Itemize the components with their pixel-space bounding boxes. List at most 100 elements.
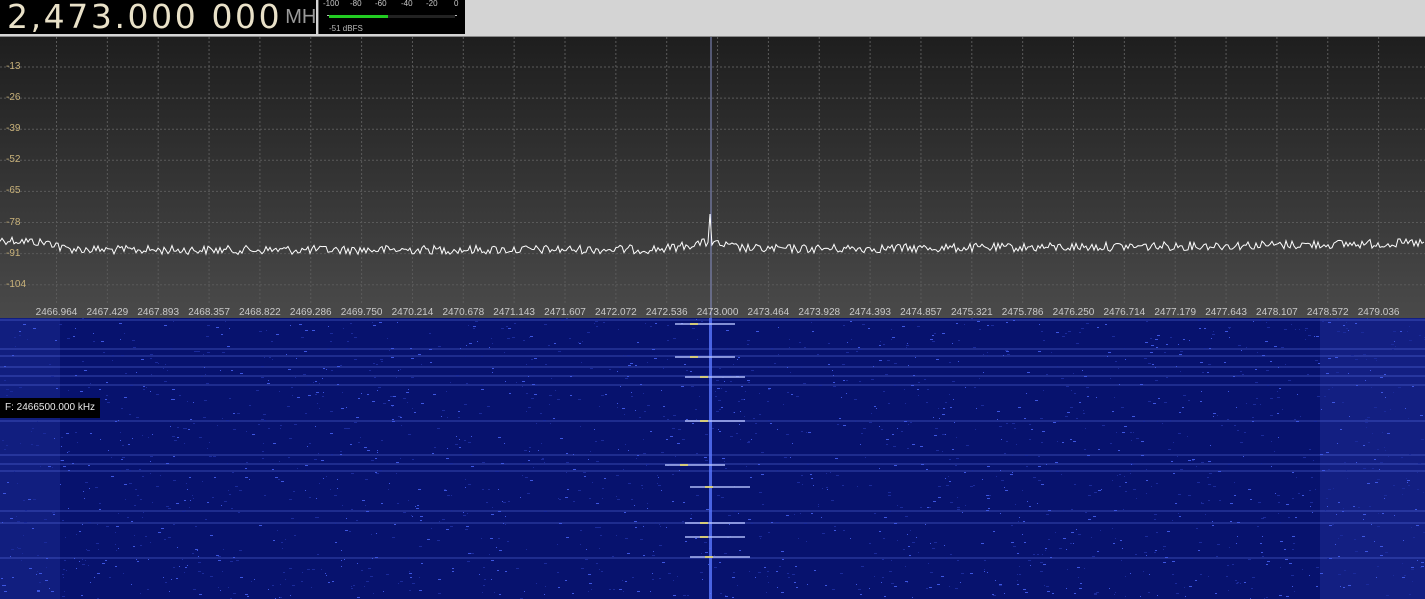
waterfall-speckle (392, 421, 395, 422)
spectrum-canvas[interactable] (0, 37, 1425, 319)
waterfall-speckle (672, 428, 675, 429)
waterfall-speckle (88, 565, 89, 566)
waterfall-speckle (205, 374, 206, 375)
waterfall-speckle (1196, 466, 1197, 467)
waterfall-speckle (1318, 363, 1320, 364)
waterfall-speckle (625, 444, 626, 445)
waterfall-speckle (1188, 460, 1191, 461)
waterfall-speckle (701, 321, 703, 322)
waterfall-speckle (663, 406, 665, 407)
waterfall-speckle (595, 321, 598, 322)
waterfall-speckle (1025, 592, 1028, 593)
waterfall-speckle (86, 549, 87, 550)
waterfall-speckle (387, 463, 388, 464)
waterfall-speckle (800, 513, 801, 514)
waterfall-speckle (254, 579, 255, 580)
waterfall-speckle (1375, 482, 1378, 483)
waterfall-speckle (714, 567, 717, 568)
waterfall-speckle (1082, 370, 1083, 371)
waterfall-speckle (635, 410, 636, 411)
waterfall-speckle (484, 579, 486, 580)
waterfall-speckle (437, 428, 440, 429)
waterfall-speckle (538, 450, 539, 451)
waterfall-speckle (377, 450, 378, 451)
waterfall-speckle (81, 595, 83, 596)
waterfall-speckle (826, 487, 828, 488)
waterfall-speckle (504, 443, 505, 444)
meter-readout: -51 dBFS (329, 24, 363, 33)
waterfall-speckle (602, 498, 603, 499)
waterfall-speckle (75, 328, 76, 329)
waterfall-speckle (974, 387, 976, 388)
waterfall-speckle (810, 474, 812, 475)
waterfall-speckle (1093, 516, 1096, 517)
waterfall-speckle (601, 395, 604, 396)
waterfall-speckle (1211, 338, 1212, 339)
waterfall-speckle (316, 392, 319, 393)
waterfall-speckle (943, 408, 945, 409)
waterfall-speckle (869, 543, 871, 544)
waterfall-speckle (1205, 514, 1206, 515)
waterfall-speckle (1266, 320, 1269, 321)
waterfall-speckle (1408, 418, 1409, 419)
waterfall-speckle (466, 383, 468, 384)
waterfall-speckle (398, 583, 399, 584)
waterfall-speckle (1040, 571, 1043, 572)
waterfall-speckle (1277, 495, 1280, 496)
frequency-value[interactable]: 2,473.000 000 (0, 0, 282, 34)
waterfall-speckle (696, 495, 699, 496)
waterfall-speckle (397, 322, 398, 323)
waterfall-speckle (949, 394, 950, 395)
waterfall-speckle (1124, 348, 1125, 349)
waterfall-speckle (17, 521, 20, 522)
waterfall-speckle (152, 434, 153, 435)
waterfall-speckle (463, 512, 464, 513)
waterfall-speckle (1403, 540, 1404, 541)
waterfall-speckle (659, 545, 662, 546)
waterfall-speckle (791, 394, 793, 395)
waterfall-speckle (1195, 580, 1197, 581)
waterfall-speckle (832, 589, 835, 590)
waterfall-speckle (578, 399, 581, 400)
waterfall-speckle (1012, 472, 1013, 473)
waterfall-speckle (223, 549, 224, 550)
waterfall-speckle (507, 338, 510, 339)
waterfall-speckle (957, 509, 960, 510)
waterfall-speckle (540, 413, 542, 414)
waterfall-speckle (410, 348, 412, 349)
waterfall-speckle (483, 585, 485, 586)
waterfall-speckle (774, 363, 776, 364)
waterfall-speckle (471, 553, 474, 554)
waterfall-display[interactable] (0, 318, 1425, 599)
frequency-display[interactable]: 2,473.000 000 MHz (0, 0, 316, 34)
waterfall-speckle (1297, 394, 1298, 395)
waterfall-speckle (1322, 470, 1325, 471)
waterfall-speckle (717, 388, 720, 389)
waterfall-speckle (973, 485, 975, 486)
spectrum-plot[interactable]: -13 -26 -39 -52 -65 -78 -91 -104 2466.964 2467.4… (0, 36, 1425, 319)
waterfall-speckle (1333, 488, 1334, 489)
waterfall-speckle (186, 428, 187, 429)
waterfall-speckle (280, 425, 282, 426)
waterfall-speckle (686, 419, 688, 420)
waterfall-speckle (411, 515, 412, 516)
waterfall-speckle (118, 470, 121, 471)
waterfall-speckle (983, 354, 984, 355)
waterfall-speckle (344, 428, 347, 429)
waterfall-edge-glow (0, 318, 60, 599)
waterfall-speckle (1074, 484, 1076, 485)
waterfall-canvas[interactable] (0, 318, 1425, 599)
waterfall-speckle (840, 573, 843, 574)
waterfall-speckle (908, 546, 910, 547)
waterfall-speckle (459, 447, 461, 448)
waterfall-speckle (1164, 402, 1167, 403)
waterfall-speckle (166, 463, 169, 464)
signal-peak (700, 522, 708, 524)
waterfall-speckle (410, 577, 412, 578)
waterfall-speckle (301, 581, 303, 582)
waterfall-speckle (1417, 472, 1418, 473)
waterfall-speckle (342, 505, 343, 506)
waterfall-speckle (354, 422, 357, 423)
waterfall-speckle (1065, 416, 1068, 417)
waterfall-speckle (174, 399, 175, 400)
